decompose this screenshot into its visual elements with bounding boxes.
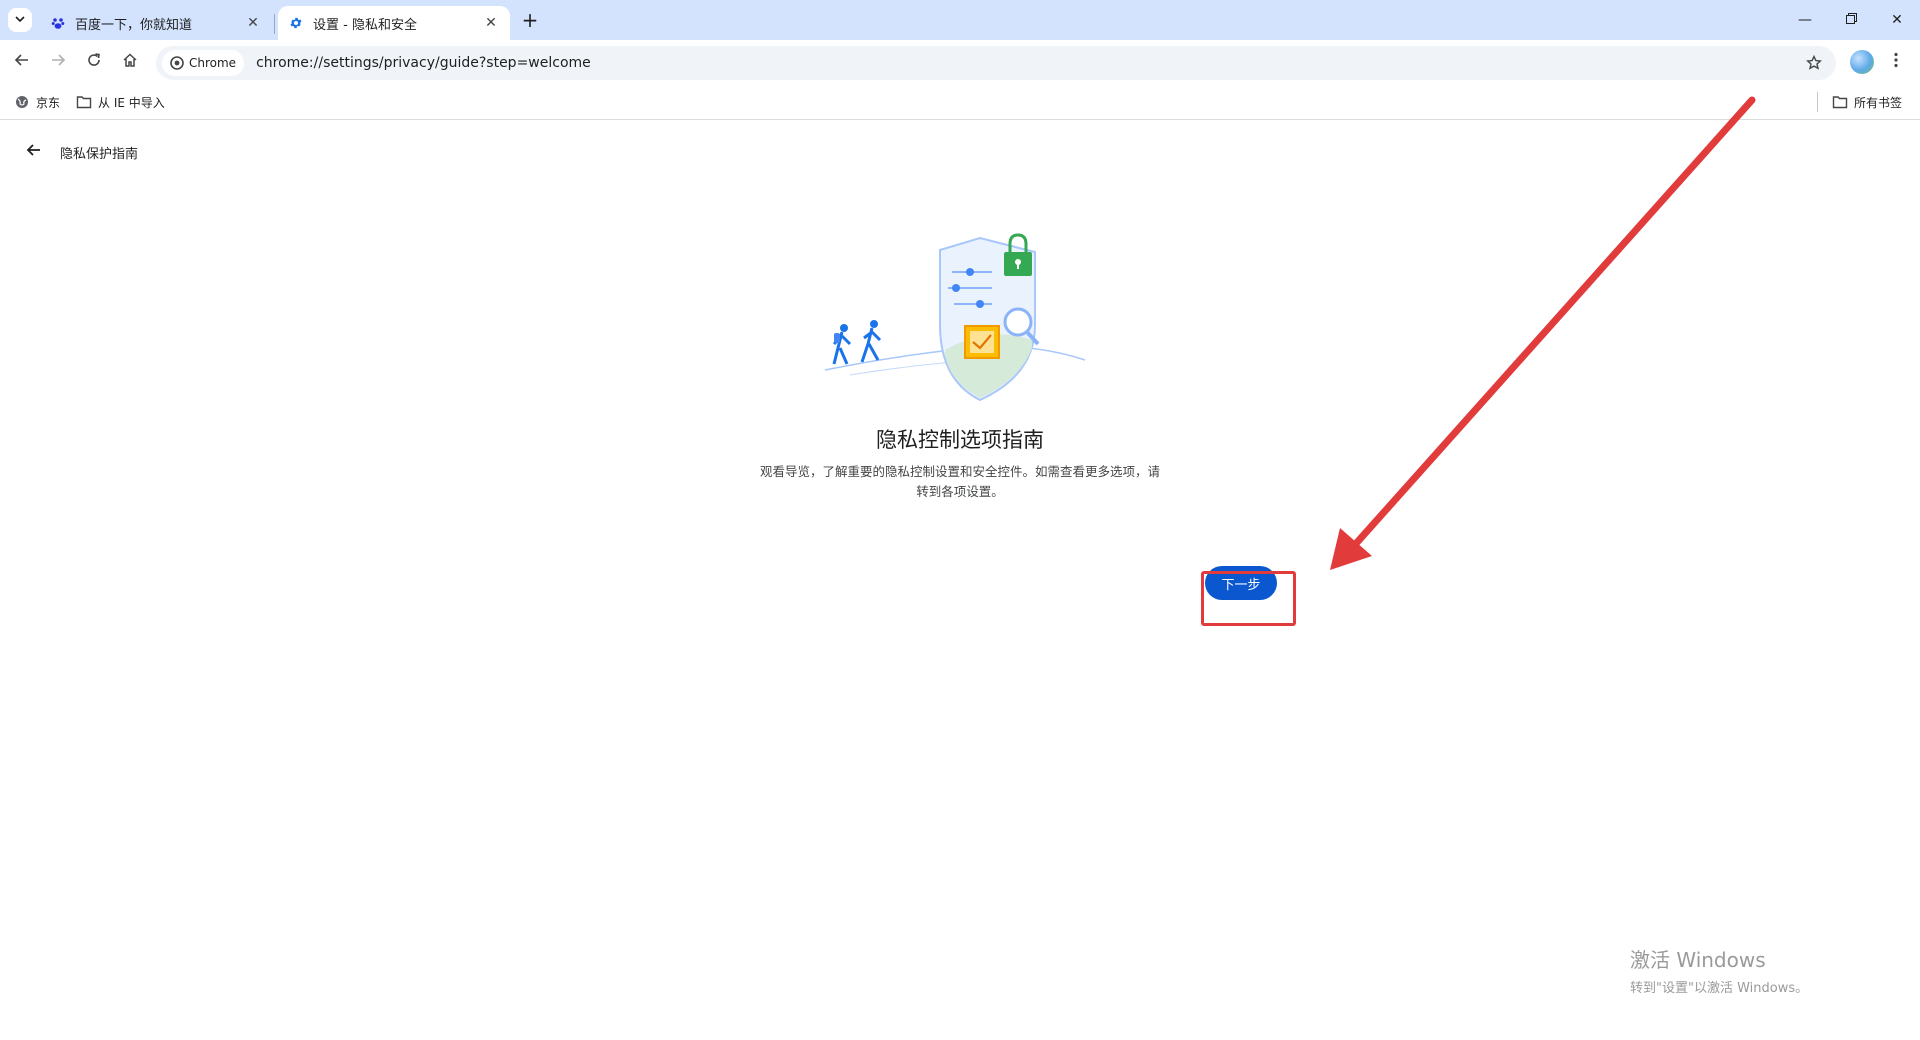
close-window-button[interactable]: ✕ (1874, 0, 1920, 40)
new-tab-button[interactable]: + (518, 8, 542, 32)
bookmarks-bar: 京东 从 IE 中导入 所有书签 (0, 84, 1920, 120)
slider-knob-icon (952, 284, 960, 292)
page-title: 隐私保护指南 (60, 146, 139, 162)
bookmarks-divider (1817, 92, 1818, 112)
watermark-subtitle: 转到"设置"以激活 Windows。 (1630, 981, 1809, 996)
watermark-title: 激活 Windows (1630, 948, 1766, 972)
more-vertical-icon (1894, 52, 1898, 73)
arrow-left-icon (26, 142, 42, 163)
folder-icon (76, 94, 92, 110)
reload-button[interactable] (80, 48, 108, 76)
globe-icon (14, 94, 30, 110)
privacy-guide-header: 隐私保护指南 (22, 140, 138, 164)
close-icon[interactable]: ✕ (244, 14, 262, 32)
padlock-icon (1004, 233, 1032, 276)
home-icon (122, 52, 138, 73)
folder-icon (1832, 94, 1848, 110)
tab-title: 百度一下，你就知道 (75, 17, 193, 33)
toolbar: Chrome chrome://settings/privacy/guide?s… (0, 40, 1920, 84)
back-button[interactable] (8, 48, 36, 76)
bookmark-jd[interactable]: 京东 (10, 90, 64, 114)
plus-icon: + (521, 8, 539, 32)
privacy-guide-illustration (824, 233, 1086, 402)
bookmark-star-icon[interactable] (1800, 49, 1828, 77)
tab-baidu[interactable]: 百度一下，你就知道 ✕ (40, 6, 272, 40)
url-text[interactable]: chrome://settings/privacy/guide?step=wel… (256, 55, 1800, 71)
tab-search-button[interactable] (8, 8, 32, 32)
bookmark-label: 京东 (36, 95, 61, 110)
slider-knob-icon (976, 300, 984, 308)
bookmark-label: 所有书签 (1854, 95, 1903, 110)
chip-label: Chrome (189, 56, 237, 70)
bookmark-label: 从 IE 中导入 (98, 95, 165, 110)
tab-separator (274, 14, 275, 34)
windows-activation-watermark: 激活 Windows 转到"设置"以激活 Windows。 (1630, 944, 1808, 996)
address-bar[interactable]: Chrome chrome://settings/privacy/guide?s… (156, 46, 1836, 80)
tab-settings[interactable]: 设置 - 隐私和安全 ✕ (278, 6, 510, 40)
forward-button[interactable] (44, 48, 72, 76)
site-info-chip[interactable]: Chrome (162, 50, 245, 76)
restore-button[interactable] (1828, 0, 1874, 40)
chrome-logo-icon (170, 56, 184, 70)
gear-icon (288, 15, 304, 31)
tab-strip: 百度一下，你就知道 ✕ 设置 - 隐私和安全 ✕ + — ✕ (0, 0, 1920, 40)
baidu-paw-icon (50, 15, 66, 31)
bookmark-import-ie[interactable]: 从 IE 中导入 (72, 90, 169, 114)
annotation-highlight-box (1201, 571, 1296, 626)
hikers-icon (832, 320, 882, 365)
minimize-icon: — (1798, 12, 1812, 28)
menu-button[interactable] (1884, 50, 1908, 74)
slider-knob-icon (966, 268, 974, 276)
arrow-right-icon (50, 52, 66, 73)
welcome-description: 观看导览，了解重要的隐私控制设置和安全控件。如需查看更多选项，请转到各项设置。 (760, 464, 1161, 499)
home-button[interactable] (116, 48, 144, 76)
minimize-button[interactable]: — (1782, 0, 1828, 40)
tab-title: 设置 - 隐私和安全 (313, 17, 417, 33)
close-icon: ✕ (1891, 12, 1903, 28)
close-icon[interactable]: ✕ (482, 14, 500, 32)
welcome-heading: 隐私控制选项指南 (876, 428, 1044, 452)
annotation-arrow-icon (1330, 96, 1756, 570)
restore-icon (1845, 12, 1857, 28)
chevron-down-icon (14, 13, 26, 28)
checkbox-icon (964, 325, 1000, 359)
all-bookmarks[interactable]: 所有书签 (1828, 90, 1906, 114)
back-to-settings-button[interactable] (22, 140, 46, 164)
arrow-left-icon (14, 52, 30, 73)
profile-avatar[interactable] (1850, 50, 1874, 74)
reload-icon (86, 52, 102, 73)
